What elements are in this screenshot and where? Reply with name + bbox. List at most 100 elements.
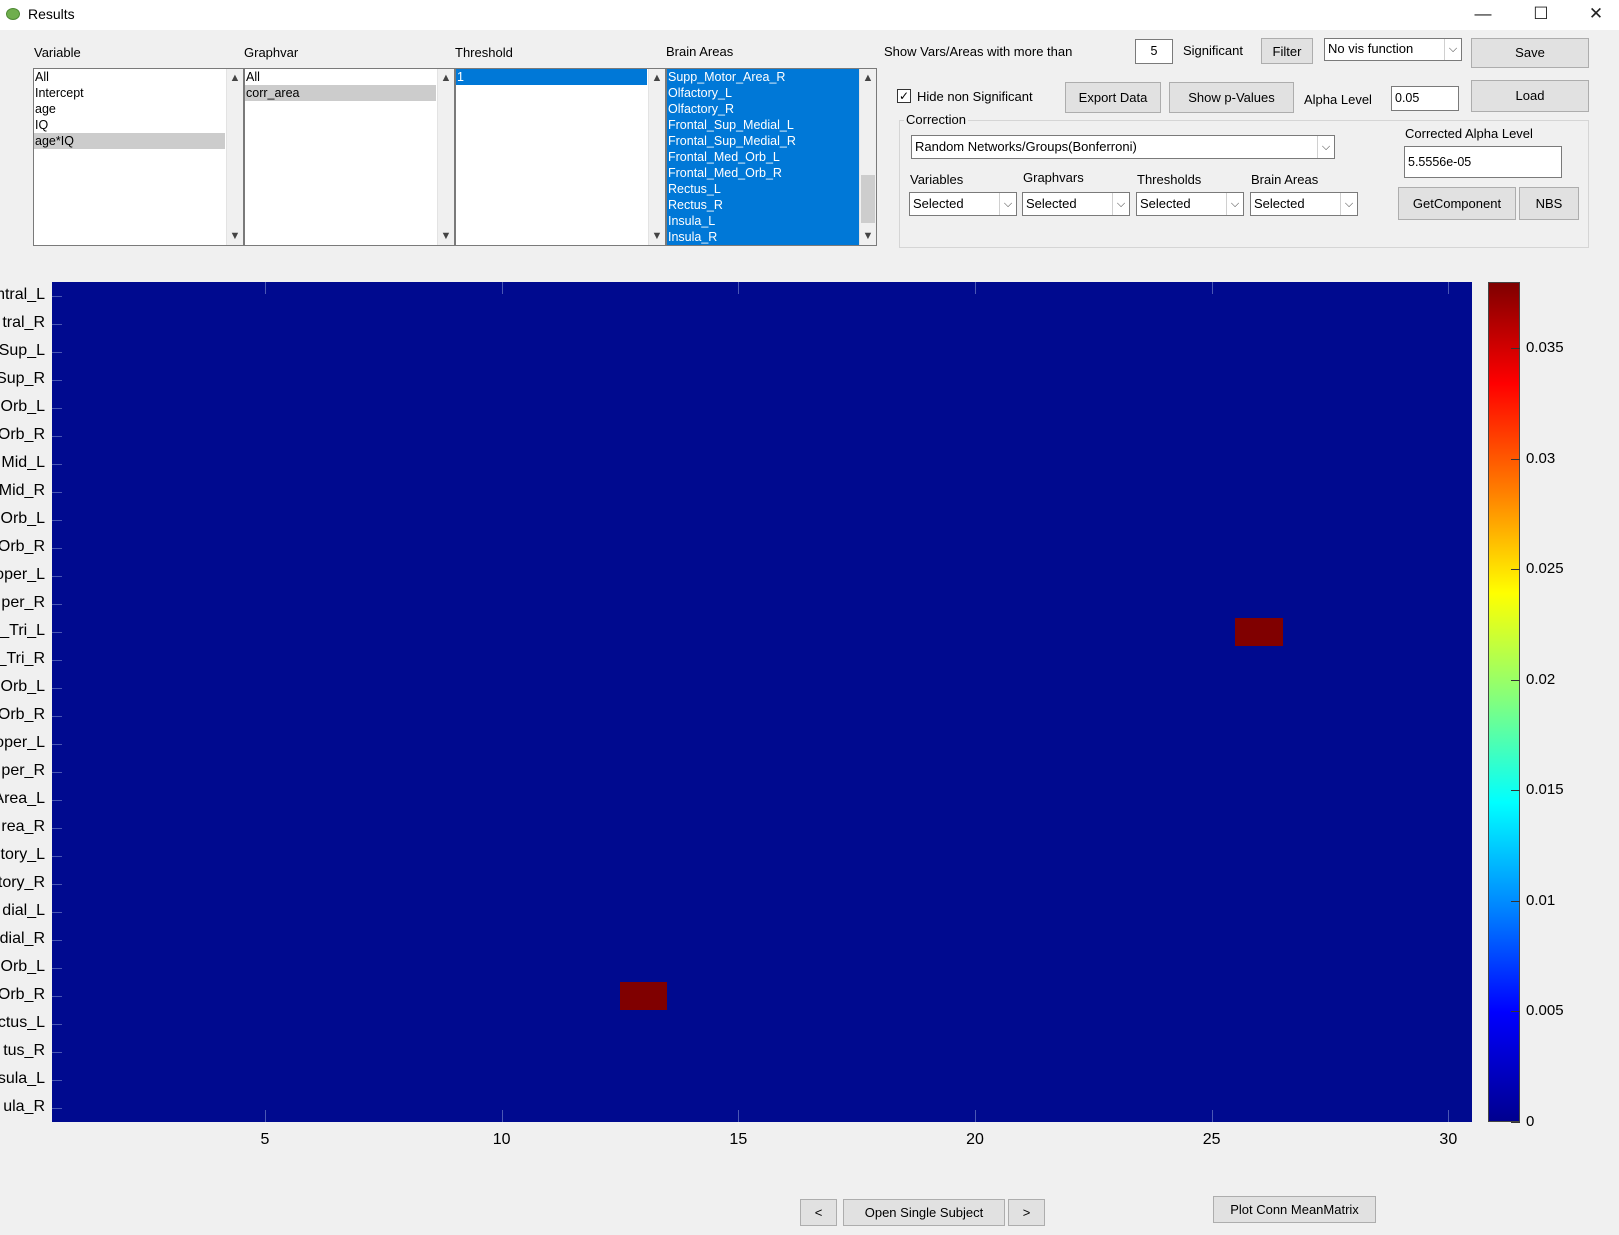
y-tick-mark	[52, 912, 62, 913]
alpha-level-input[interactable]: 0.05	[1391, 86, 1459, 111]
x-tick-mark	[975, 1110, 976, 1122]
load-button[interactable]: Load	[1471, 80, 1589, 112]
significant-count-input[interactable]: 5	[1135, 39, 1173, 64]
scroll-down-icon[interactable]: ▼	[227, 228, 243, 244]
variable-listbox[interactable]: All Intercept age IQ age*IQ ▲ ▼	[33, 68, 244, 246]
get-component-button[interactable]: GetComponent	[1398, 187, 1516, 220]
colorbar-tick-mark	[1511, 569, 1520, 571]
scroll-down-icon[interactable]: ▼	[649, 228, 665, 244]
brain-areas-scope-label: Brain Areas	[1251, 172, 1319, 187]
variables-scope-select[interactable]: Selected ⌵	[909, 192, 1017, 216]
variables-scope-label: Variables	[910, 172, 964, 187]
chevron-down-icon[interactable]: ⌵	[1340, 193, 1357, 215]
list-item[interactable]: Frontal_Sup_Medial_L	[667, 117, 858, 133]
list-item[interactable]: age*IQ	[34, 133, 225, 149]
nbs-button[interactable]: NBS	[1519, 187, 1579, 220]
list-item[interactable]: Insula_L	[667, 213, 858, 229]
list-item[interactable]: IQ	[34, 117, 225, 133]
hide-non-significant-checkbox[interactable]: ✓	[897, 89, 911, 103]
list-item[interactable]: Frontal_Med_Orb_R	[667, 165, 858, 181]
colorbar-tick-mark	[1511, 458, 1520, 460]
list-item[interactable]: Rectus_R	[667, 197, 858, 213]
variable-scrollbar[interactable]: ▲ ▼	[226, 69, 243, 245]
scroll-up-icon[interactable]: ▲	[438, 70, 454, 86]
heatmap-cell[interactable]	[620, 982, 668, 1010]
heatmap-plot[interactable]	[52, 282, 1472, 1122]
x-tick-mark	[975, 282, 976, 294]
list-item[interactable]: 1	[456, 69, 647, 85]
x-tick-label: 5	[260, 1131, 270, 1148]
filter-button[interactable]: Filter	[1261, 38, 1313, 64]
show-p-values-button[interactable]: Show p-Values	[1169, 82, 1294, 113]
next-subject-button[interactable]: >	[1008, 1199, 1045, 1226]
y-tick-label: _Tri_R	[0, 650, 45, 667]
list-item[interactable]: All	[34, 69, 225, 85]
chevron-down-icon[interactable]: ⌵	[1444, 39, 1461, 60]
y-tick-label: Area_L	[0, 790, 45, 807]
open-single-subject-button[interactable]: Open Single Subject	[843, 1199, 1005, 1226]
y-tick-mark	[52, 688, 62, 689]
x-tick-mark	[501, 1110, 503, 1122]
y-tick-label: Orb_R	[0, 706, 45, 723]
brain-areas-scrollbar[interactable]: ▲ ▼	[859, 69, 876, 245]
thresholds-scope-value: Selected	[1140, 196, 1191, 211]
maximize-button[interactable]: ☐	[1518, 0, 1564, 30]
scroll-up-icon[interactable]: ▲	[227, 70, 243, 86]
list-item[interactable]: corr_area	[245, 85, 436, 101]
y-tick-mark	[52, 968, 62, 969]
prev-subject-button[interactable]: <	[800, 1199, 837, 1226]
y-tick-label: Orb_L	[0, 958, 45, 975]
vis-function-select[interactable]: No vis function ⌵	[1324, 38, 1462, 61]
x-tick-mark	[1448, 1110, 1450, 1122]
export-data-button[interactable]: Export Data	[1065, 82, 1161, 113]
list-item[interactable]: Olfactory_R	[667, 101, 858, 117]
list-item[interactable]: Olfactory_L	[667, 85, 858, 101]
y-tick-label: Sup_R	[0, 370, 45, 387]
y-tick-mark	[52, 296, 62, 297]
chevron-down-icon[interactable]: ⌵	[999, 193, 1016, 215]
list-item[interactable]: age	[34, 101, 225, 117]
plot-conn-meanmatrix-button[interactable]: Plot Conn MeanMatrix	[1213, 1196, 1376, 1223]
scroll-up-icon[interactable]: ▲	[860, 70, 876, 86]
graphvar-listbox[interactable]: All corr_area ▲ ▼	[244, 68, 455, 246]
x-tick-label: 10	[492, 1131, 511, 1148]
scroll-down-icon[interactable]: ▼	[860, 228, 876, 244]
x-tick-mark	[1211, 282, 1213, 294]
colorbar	[1488, 282, 1520, 1122]
threshold-scrollbar[interactable]: ▲ ▼	[648, 69, 665, 245]
threshold-listbox[interactable]: 1 ▲ ▼	[455, 68, 666, 246]
list-item[interactable]: All	[245, 69, 436, 85]
heatmap-cell[interactable]	[1235, 618, 1283, 646]
brain-areas-listbox[interactable]: Supp_Motor_Area_R Olfactory_L Olfactory_R F…	[666, 68, 877, 246]
list-item[interactable]: Rectus_L	[667, 181, 858, 197]
colorbar-tick-mark	[1511, 348, 1520, 350]
list-item[interactable]: Supp_Motor_Area_R	[667, 69, 858, 85]
chevron-down-icon[interactable]: ⌵	[1226, 193, 1243, 215]
save-button[interactable]: Save	[1471, 38, 1589, 68]
y-tick-mark	[52, 884, 62, 885]
list-item[interactable]: Intercept	[34, 85, 225, 101]
y-tick-mark	[52, 520, 62, 521]
graphvars-scope-select[interactable]: Selected ⌵	[1022, 192, 1130, 216]
scroll-up-icon[interactable]: ▲	[649, 70, 665, 86]
thresholds-scope-select[interactable]: Selected ⌵	[1136, 192, 1244, 216]
brain-areas-scope-select[interactable]: Selected ⌵	[1250, 192, 1358, 216]
list-item[interactable]: Insula_R	[667, 229, 858, 245]
y-tick-label: oper_L	[0, 566, 45, 583]
minimize-button[interactable]: —	[1460, 0, 1506, 30]
close-button[interactable]: ✕	[1573, 0, 1619, 30]
chevron-down-icon[interactable]: ⌵	[1112, 193, 1129, 215]
list-item[interactable]: Frontal_Med_Orb_L	[667, 149, 858, 165]
chevron-down-icon[interactable]: ⌵	[1317, 136, 1334, 158]
y-tick-label: sula_L	[0, 1070, 45, 1087]
y-tick-label: Mid_R	[0, 482, 45, 499]
variable-label: Variable	[34, 45, 81, 60]
variables-scope-value: Selected	[913, 196, 964, 211]
scroll-down-icon[interactable]: ▼	[438, 228, 454, 244]
graphvar-scrollbar[interactable]: ▲ ▼	[437, 69, 454, 245]
y-tick-mark	[52, 380, 62, 381]
y-tick-mark	[52, 1024, 62, 1025]
list-item[interactable]: Frontal_Sup_Medial_R	[667, 133, 858, 149]
correction-method-select[interactable]: Random Networks/Groups(Bonferroni) ⌵	[911, 135, 1335, 159]
scrollbar-thumb[interactable]	[861, 175, 875, 223]
